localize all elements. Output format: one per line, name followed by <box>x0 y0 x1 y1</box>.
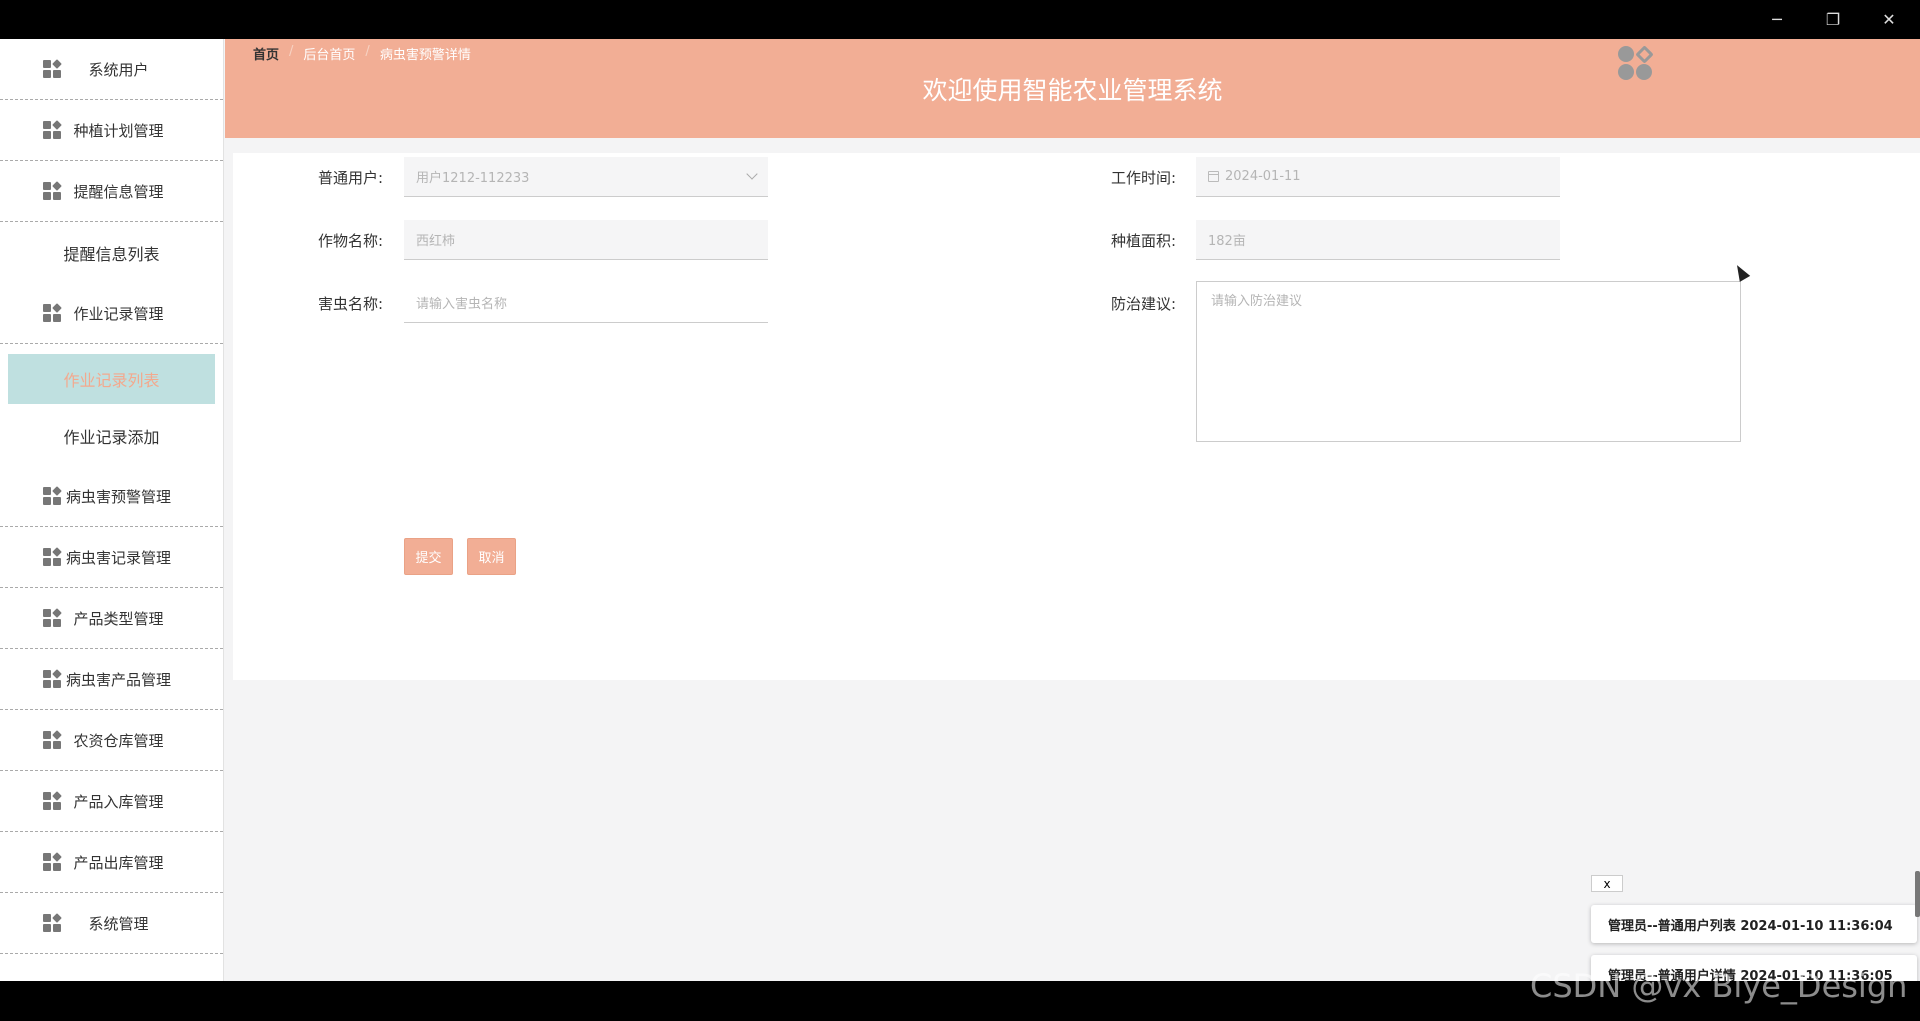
restore-icon[interactable]: ❐ <box>1805 0 1861 39</box>
apps-icon <box>43 181 62 200</box>
user-label: 普通用户: <box>317 169 383 187</box>
sidebar-item-reminders[interactable]: 提醒信息管理 <box>0 161 223 222</box>
minimize-icon[interactable]: ─ <box>1749 0 1805 39</box>
sidebar-item-pest-records[interactable]: 病虫害记录管理 <box>0 527 223 588</box>
sidebar-item-system-users[interactable]: 系统用户 <box>0 39 223 100</box>
apps-icon <box>43 669 62 688</box>
notification-item[interactable]: 管理员--普通用户列表 2024-01-10 11:36:04 <box>1591 905 1917 943</box>
work-time-field[interactable]: 2024-01-11 <box>1196 157 1560 197</box>
advice-textarea[interactable]: 请输入防治建议 <box>1196 281 1741 442</box>
crop-field[interactable]: 西红柿 <box>404 220 768 260</box>
crop-value: 西红柿 <box>416 234 456 249</box>
sidebar-item-label: 产品类型管理 <box>73 609 164 628</box>
area-label: 种植面积: <box>1110 232 1176 250</box>
sidebar: 系统用户 种植计划管理 提醒信息管理 提醒信息列表 作业记录管理 作业记录列表 … <box>0 39 224 981</box>
sidebar-item-work-records[interactable]: 作业记录管理 <box>0 283 223 344</box>
page-header: 首页 / 后台首页 / 病虫害预警详情 欢迎使用智能农业管理系统 <box>225 39 1920 138</box>
apps-icon <box>43 730 62 749</box>
sidebar-item-label: 作业记录管理 <box>73 304 164 323</box>
breadcrumb-current: 病虫害预警详情 <box>379 48 471 63</box>
sidebar-item-label: 农资仓库管理 <box>73 731 164 750</box>
logo-icon <box>1616 44 1656 84</box>
sidebar-subitem-work-record-list[interactable]: 作业记录列表 <box>8 354 215 404</box>
sidebar-item-label: 产品出库管理 <box>73 853 164 872</box>
apps-icon <box>43 486 62 505</box>
page-title: 欢迎使用智能农业管理系统 <box>922 76 1223 105</box>
sidebar-item-stock-in[interactable]: 产品入库管理 <box>0 771 223 832</box>
sidebar-item-pest-products[interactable]: 病虫害产品管理 <box>0 649 223 710</box>
calendar-icon <box>1208 171 1219 182</box>
breadcrumb: 首页 / 后台首页 / 病虫害预警详情 <box>253 44 471 63</box>
breadcrumb-home[interactable]: 首页 <box>253 44 279 63</box>
apps-icon <box>43 547 62 566</box>
sidebar-item-label: 系统管理 <box>88 914 149 933</box>
scrollbar-thumb[interactable] <box>1915 871 1920 917</box>
pest-name-input[interactable]: 请输入害虫名称 <box>404 283 768 323</box>
pest-name-placeholder: 请输入害虫名称 <box>416 297 508 312</box>
sidebar-item-system-admin[interactable]: 系统管理 <box>0 893 223 954</box>
sidebar-item-label: 提醒信息管理 <box>73 182 164 201</box>
sidebar-item-label: 系统用户 <box>88 60 149 79</box>
sidebar-item-product-types[interactable]: 产品类型管理 <box>0 588 223 649</box>
cancel-button[interactable]: 取消 <box>467 538 516 575</box>
pest-label: 害虫名称: <box>317 295 383 313</box>
apps-icon <box>43 852 62 871</box>
sidebar-item-warehouse[interactable]: 农资仓库管理 <box>0 710 223 771</box>
area-value: 182亩 <box>1208 234 1246 249</box>
close-icon[interactable]: ✕ <box>1861 0 1917 39</box>
chevron-down-icon <box>746 168 758 180</box>
work-time-value: 2024-01-11 <box>1225 169 1301 184</box>
work-time-label: 工作时间: <box>1110 169 1176 187</box>
sidebar-item-label: 产品入库管理 <box>73 792 164 811</box>
area-field[interactable]: 182亩 <box>1196 220 1560 260</box>
apps-icon <box>43 913 62 932</box>
watermark-text: CSDN @vx Biye_Design <box>1530 967 1908 1005</box>
sidebar-subitem-work-record-add[interactable]: 作业记录添加 <box>0 405 223 466</box>
sidebar-item-planting-plan[interactable]: 种植计划管理 <box>0 100 223 161</box>
sidebar-subitem-reminder-list[interactable]: 提醒信息列表 <box>0 222 223 283</box>
apps-icon <box>43 303 62 322</box>
sidebar-item-label: 病虫害记录管理 <box>65 548 171 567</box>
breadcrumb-separator: / <box>289 44 294 59</box>
sidebar-item-label: 病虫害预警管理 <box>65 487 171 506</box>
apps-icon <box>43 791 62 810</box>
user-select-value: 用户1212-112233 <box>416 171 530 186</box>
advice-placeholder: 请输入防治建议 <box>1211 294 1303 309</box>
notifications-close-button[interactable]: x <box>1591 875 1623 892</box>
crop-label: 作物名称: <box>317 232 383 250</box>
sidebar-item-label: 种植计划管理 <box>73 121 164 140</box>
sidebar-item-stock-out[interactable]: 产品出库管理 <box>0 832 223 893</box>
sidebar-item-label: 病虫害产品管理 <box>65 670 171 689</box>
apps-icon <box>43 120 62 139</box>
breadcrumb-dashboard[interactable]: 后台首页 <box>303 44 355 63</box>
advice-label: 防治建议: <box>1110 295 1176 313</box>
user-select[interactable]: 用户1212-112233 <box>404 157 768 197</box>
detail-form: 普通用户: 用户1212-112233 工作时间: 2024-01-11 作物名… <box>233 153 1920 680</box>
app-viewport: 系统用户 种植计划管理 提醒信息管理 提醒信息列表 作业记录管理 作业记录列表 … <box>0 39 1920 981</box>
sidebar-item-pest-warning[interactable]: 病虫害预警管理 <box>0 466 223 527</box>
apps-icon <box>43 608 62 627</box>
window-titlebar: ─ ❐ ✕ <box>0 0 1920 39</box>
breadcrumb-separator: / <box>365 44 370 59</box>
submit-button[interactable]: 提交 <box>404 538 453 575</box>
apps-icon <box>43 59 62 78</box>
